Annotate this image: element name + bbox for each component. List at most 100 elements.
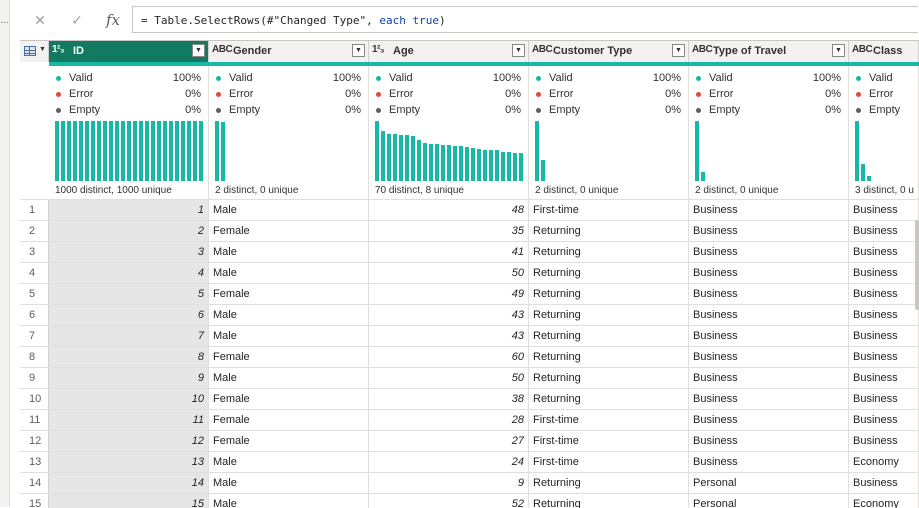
cell-travel[interactable]: Business (689, 410, 849, 430)
histogram-bar[interactable] (535, 121, 539, 181)
histogram-bar[interactable] (459, 146, 463, 181)
histogram-bar[interactable] (73, 121, 77, 181)
cell-age[interactable]: 48 (369, 200, 529, 220)
cell-id[interactable]: 7 (49, 326, 209, 346)
histogram-bar[interactable] (695, 121, 699, 181)
histogram-bar[interactable] (175, 121, 179, 181)
cell-ctype[interactable]: Returning (529, 347, 689, 367)
cell-travel[interactable]: Business (689, 242, 849, 262)
cell-age[interactable]: 41 (369, 242, 529, 262)
histogram-bar[interactable] (501, 152, 505, 181)
column-header-class[interactable]: ABC Class (849, 41, 919, 62)
histogram-bar[interactable] (103, 121, 107, 181)
cell-ctype[interactable]: First-time (529, 431, 689, 451)
row-number[interactable]: 13 (20, 452, 49, 472)
cell-ctype[interactable]: Returning (529, 242, 689, 262)
filter-dropdown-icon[interactable]: ▼ (352, 44, 365, 57)
histogram-bar[interactable] (405, 135, 409, 181)
table-row[interactable]: 11 11 Female 28 First-time Business Business (20, 409, 919, 430)
histogram-bar[interactable] (121, 121, 125, 181)
cell-travel[interactable]: Business (689, 347, 849, 367)
histogram-bar[interactable] (861, 164, 865, 181)
cell-cls[interactable]: Business (849, 389, 919, 409)
cell-id[interactable]: 10 (49, 389, 209, 409)
histogram-bar[interactable] (157, 121, 161, 181)
cell-ctype[interactable]: Returning (529, 368, 689, 388)
histogram-bar[interactable] (399, 135, 403, 181)
histogram-bar[interactable] (519, 153, 523, 181)
cell-age[interactable]: 24 (369, 452, 529, 472)
left-pane-collapsed[interactable]: ... (0, 0, 10, 507)
cell-cls[interactable]: Economy (849, 452, 919, 472)
cell-cls[interactable]: Business (849, 347, 919, 367)
cell-ctype[interactable]: Returning (529, 326, 689, 346)
cell-age[interactable]: 50 (369, 368, 529, 388)
histogram-bar[interactable] (67, 121, 71, 181)
column-type-icon[interactable]: 1²₃ (52, 44, 65, 55)
cell-travel[interactable]: Business (689, 431, 849, 451)
histogram-bar[interactable] (115, 121, 119, 181)
cell-cls[interactable]: Economy (849, 494, 919, 508)
histogram-bar[interactable] (471, 148, 475, 181)
histogram-bar[interactable] (411, 136, 415, 181)
table-row[interactable]: 2 2 Female 35 Returning Business Business (20, 220, 919, 241)
value-distribution-chart[interactable] (375, 121, 523, 181)
cell-ctype[interactable]: First-time (529, 410, 689, 430)
row-number[interactable]: 9 (20, 368, 49, 388)
cell-id[interactable]: 12 (49, 431, 209, 451)
histogram-bar[interactable] (215, 121, 219, 181)
cell-ctype[interactable]: Returning (529, 473, 689, 493)
cell-gender[interactable]: Female (209, 431, 369, 451)
cell-gender[interactable]: Female (209, 347, 369, 367)
table-row[interactable]: 12 12 Female 27 First-time Business Business (20, 430, 919, 451)
cell-id[interactable]: 8 (49, 347, 209, 367)
cell-travel[interactable]: Personal (689, 473, 849, 493)
cell-cls[interactable]: Business (849, 431, 919, 451)
cell-age[interactable]: 50 (369, 263, 529, 283)
column-type-icon[interactable]: 1²₃ (372, 44, 385, 55)
histogram-bar[interactable] (151, 121, 155, 181)
table-row[interactable]: 13 13 Male 24 First-time Business Economy (20, 451, 919, 472)
cell-travel[interactable]: Business (689, 305, 849, 325)
table-row[interactable]: 10 10 Female 38 Returning Business Business (20, 388, 919, 409)
table-row[interactable]: 4 4 Male 50 Returning Business Business (20, 262, 919, 283)
cell-ctype[interactable]: Returning (529, 221, 689, 241)
cell-cls[interactable]: Business (849, 326, 919, 346)
cell-id[interactable]: 2 (49, 221, 209, 241)
histogram-bar[interactable] (417, 140, 421, 181)
table-menu-button[interactable]: ▼ (20, 41, 49, 62)
table-row[interactable]: 1 1 Male 48 First-time Business Business (20, 199, 919, 220)
row-number[interactable]: 10 (20, 389, 49, 409)
row-number[interactable]: 5 (20, 284, 49, 304)
cell-gender[interactable]: Female (209, 221, 369, 241)
column-type-icon[interactable]: ABC (692, 44, 713, 55)
histogram-bar[interactable] (483, 150, 487, 181)
cell-gender[interactable]: Female (209, 410, 369, 430)
filter-dropdown-icon[interactable]: ▼ (512, 44, 525, 57)
cell-age[interactable]: 38 (369, 389, 529, 409)
table-row[interactable]: 8 8 Female 60 Returning Business Business (20, 346, 919, 367)
histogram-bar[interactable] (435, 144, 439, 181)
histogram-bar[interactable] (375, 121, 379, 181)
cell-ctype[interactable]: Returning (529, 284, 689, 304)
histogram-bar[interactable] (91, 121, 95, 181)
table-row[interactable]: 9 9 Male 50 Returning Business Business (20, 367, 919, 388)
histogram-bar[interactable] (127, 121, 131, 181)
cell-cls[interactable]: Business (849, 368, 919, 388)
histogram-bar[interactable] (181, 121, 185, 181)
histogram-bar[interactable] (133, 121, 137, 181)
cell-id[interactable]: 9 (49, 368, 209, 388)
cell-cls[interactable]: Business (849, 200, 919, 220)
table-row[interactable]: 14 14 Male 9 Returning Personal Business (20, 472, 919, 493)
histogram-bar[interactable] (187, 121, 191, 181)
histogram-bar[interactable] (441, 145, 445, 181)
cell-age[interactable]: 60 (369, 347, 529, 367)
value-distribution-chart[interactable] (855, 121, 919, 181)
row-number[interactable]: 1 (20, 200, 49, 220)
cell-id[interactable]: 14 (49, 473, 209, 493)
histogram-bar[interactable] (97, 121, 101, 181)
histogram-bar[interactable] (477, 149, 481, 181)
histogram-bar[interactable] (447, 145, 451, 181)
column-header-customer-type[interactable]: ABC Customer Type ▼ (529, 41, 689, 62)
table-row[interactable]: 5 5 Female 49 Returning Business Business (20, 283, 919, 304)
